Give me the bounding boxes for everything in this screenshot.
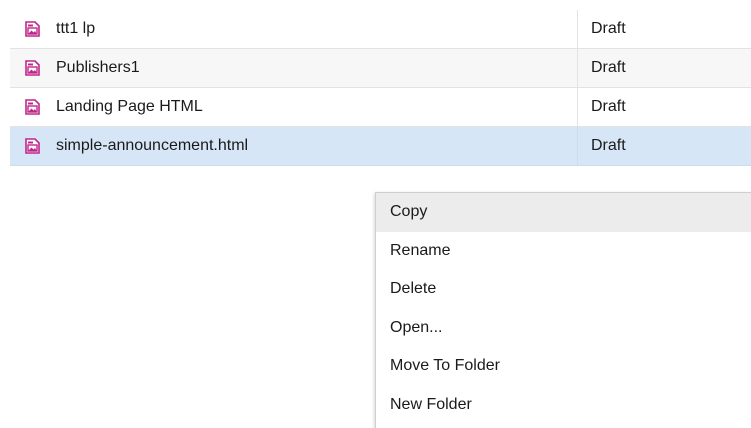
menu-item-new-folder[interactable]: New Folder (376, 386, 751, 425)
file-name: simple-announcement.html (56, 137, 249, 154)
menu-item-copy[interactable]: Copy (376, 193, 751, 232)
file-name: ttt1 lp (56, 20, 96, 37)
file-name: Publishers1 (56, 59, 140, 76)
file-status: Draft (577, 127, 751, 165)
context-menu: Copy Rename Delete Open... Move To Folde… (375, 192, 751, 428)
file-row[interactable]: Publishers1 Draft (10, 49, 751, 88)
menu-item-move-to-folder[interactable]: Move To Folder (376, 347, 751, 386)
file-status: Draft (577, 88, 751, 126)
file-row-selected[interactable]: simple-announcement.html Draft (10, 127, 751, 166)
file-name-cell[interactable]: Publishers1 (10, 49, 576, 87)
file-name-cell[interactable]: simple-announcement.html (10, 127, 576, 165)
file-name-cell[interactable]: Landing Page HTML (10, 88, 576, 126)
landing-page-file-icon (25, 138, 40, 154)
file-name-cell[interactable]: ttt1 lp (10, 10, 576, 48)
menu-item-delete[interactable]: Delete (376, 270, 751, 309)
landing-page-file-icon (25, 21, 40, 37)
file-row[interactable]: Landing Page HTML Draft (10, 88, 751, 127)
landing-page-file-icon (25, 60, 40, 76)
landing-page-file-icon (25, 99, 40, 115)
menu-item-rename[interactable]: Rename (376, 232, 751, 271)
file-list: ttt1 lp Draft Publishers1 Draft Landing … (10, 10, 751, 166)
file-status: Draft (577, 10, 751, 48)
file-status: Draft (577, 49, 751, 87)
file-name: Landing Page HTML (56, 98, 203, 115)
menu-item-open[interactable]: Open... (376, 309, 751, 348)
file-row[interactable]: ttt1 lp Draft (10, 10, 751, 49)
